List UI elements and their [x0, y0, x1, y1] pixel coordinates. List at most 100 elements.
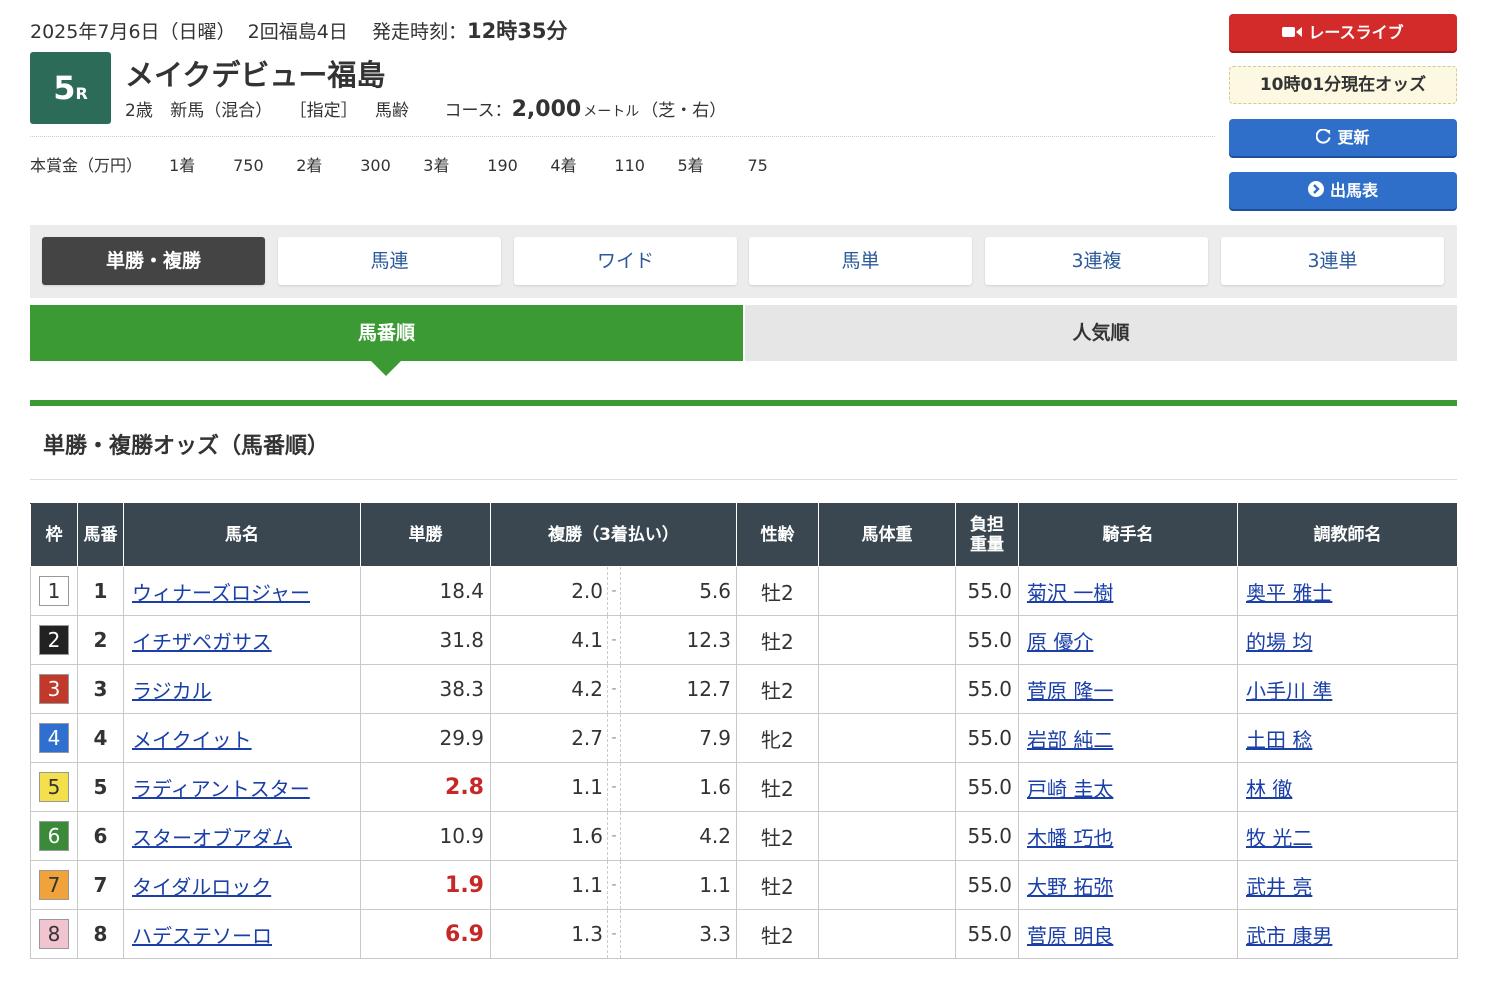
header-weight-line2: 重量 — [970, 535, 1004, 555]
carried-weight: 55.0 — [955, 909, 1019, 959]
chevron-circle-right-icon — [1307, 173, 1324, 210]
trainer-cell: 牧 光二 — [1237, 811, 1458, 861]
table-row: 4 4 メイクイット 29.9 2.7- 7.9 牝2 55.0 岩部 純二 土田 稔 — [30, 713, 1458, 763]
odds-timestamp: 10時01分現在オッズ — [1229, 66, 1457, 104]
place-odds-cell: 1.3- 3.3 — [490, 909, 737, 959]
race-class: 新馬（混合） — [170, 101, 273, 121]
race-header: 2025年7月6日（日曜） 2回福島4日 発走時刻：12時35分 5R メイクデ… — [30, 16, 1215, 175]
tab-exacta[interactable]: 馬単 — [749, 237, 972, 285]
tab-trio[interactable]: 3連複 — [985, 237, 1208, 285]
body-weight — [818, 713, 956, 763]
waku-badge: 5 — [39, 772, 69, 802]
trainer-name-link[interactable]: 武市 康男 — [1246, 924, 1332, 948]
place-odds-cell: 2.7- 7.9 — [490, 713, 737, 763]
jockey-name-link[interactable]: 菅原 隆一 — [1027, 679, 1113, 703]
place-odds-cell: 2.0- 5.6 — [490, 566, 737, 616]
horse-name-link[interactable]: イチザペガサス — [132, 630, 272, 654]
tab-win-place[interactable]: 単勝・複勝 — [42, 237, 265, 285]
win-odds: 10.9 — [360, 811, 491, 861]
body-weight — [818, 811, 956, 861]
tab-sort-by-popularity[interactable]: 人気順 — [745, 305, 1457, 361]
place-odds-cell: 1.1-1.1 — [490, 860, 737, 910]
horse-name-link[interactable]: メイクイット — [132, 728, 252, 752]
trainer-cell: 武井 亮 — [1237, 860, 1458, 910]
tab-sort-by-number[interactable]: 馬番順 — [30, 305, 743, 361]
table-row: 2 2 イチザペガサス 31.8 4.1- 12.3 牡2 55.0 原 優介 的場 均 — [30, 615, 1458, 665]
header-sexage: 性齢 — [736, 503, 819, 567]
jockey-name-link[interactable]: 菊沢 一樹 — [1027, 581, 1113, 605]
race-date: 2025年7月6日（日曜） — [30, 21, 236, 43]
course-label: コース： — [444, 101, 512, 121]
entry-table-button[interactable]: 出馬表 — [1229, 172, 1457, 209]
jockey-cell: 菊沢 一樹 — [1018, 566, 1238, 616]
sex-age: 牡2 — [736, 860, 819, 910]
win-odds: 2.8 — [360, 762, 491, 812]
course-distance: 2,000 — [511, 97, 582, 122]
video-camera-icon — [1282, 15, 1303, 52]
tab-trifecta[interactable]: 3連単 — [1221, 237, 1444, 285]
place-odds-max: 1.1 — [699, 873, 731, 897]
trainer-name-link[interactable]: 林 徹 — [1246, 777, 1292, 801]
place-odds-max: 1.6 — [699, 775, 731, 799]
jockey-name-link[interactable]: 菅原 明良 — [1027, 924, 1113, 948]
race-age: 2歳 — [125, 101, 153, 121]
prize-place: 5着 — [677, 156, 704, 175]
place-odds-separator: - — [607, 567, 621, 615]
place-odds-max: 3.3 — [699, 922, 731, 946]
jockey-name-link[interactable]: 木幡 巧也 — [1027, 826, 1113, 850]
jockey-name-link[interactable]: 岩部 純二 — [1027, 728, 1113, 752]
race-number-badge: 5R — [30, 52, 111, 124]
horse-name-link[interactable]: スターオブアダム — [132, 826, 292, 850]
waku-cell: 6 — [30, 811, 78, 861]
waku-cell: 8 — [30, 909, 78, 959]
place-odds-min: 1.3 — [571, 922, 603, 946]
win-odds: 31.8 — [360, 615, 491, 665]
trainer-name-link[interactable]: 武井 亮 — [1246, 875, 1312, 899]
trainer-name-link[interactable]: 牧 光二 — [1246, 826, 1312, 850]
sex-age: 牝2 — [736, 713, 819, 763]
place-odds-separator: - — [607, 861, 621, 909]
horse-cell: メイクイット — [123, 713, 361, 763]
carried-weight: 55.0 — [955, 664, 1019, 714]
jockey-name-link[interactable]: 大野 拓弥 — [1027, 875, 1113, 899]
header-trainer: 調教師名 — [1237, 503, 1458, 567]
umaban-cell: 4 — [77, 713, 124, 763]
umaban-cell: 1 — [77, 566, 124, 616]
horse-name-link[interactable]: ラディアントスター — [132, 777, 310, 801]
waku-cell: 2 — [30, 615, 78, 665]
trainer-name-link[interactable]: 奥平 雅士 — [1246, 581, 1332, 605]
race-live-button[interactable]: レースライブ — [1229, 14, 1457, 51]
jockey-name-link[interactable]: 戸崎 圭太 — [1027, 777, 1113, 801]
prize-place: 2着 — [296, 156, 323, 175]
jockey-name-link[interactable]: 原 優介 — [1027, 630, 1093, 654]
place-odds-cell: 1.6- 4.2 — [490, 811, 737, 861]
place-odds-separator: - — [607, 910, 621, 958]
trainer-name-link[interactable]: 小手川 準 — [1246, 679, 1332, 703]
jockey-cell: 菅原 隆一 — [1018, 664, 1238, 714]
tab-wide[interactable]: ワイド — [514, 237, 737, 285]
horse-name-link[interactable]: ウィナーズロジャー — [132, 581, 310, 605]
race-conditions: 2歳 新馬（混合） ［指定］ 馬齢 コース：2,000 メートル （芝・右） — [125, 96, 738, 122]
horse-name-link[interactable]: ハデステソーロ — [132, 924, 272, 948]
waku-cell: 5 — [30, 762, 78, 812]
odds-table: 枠 馬番 馬名 単勝 複勝（3着払い） 性齢 馬体重 負担 重量 騎手名 調教師名… — [30, 503, 1458, 959]
umaban-cell: 2 — [77, 615, 124, 665]
sex-age: 牡2 — [736, 909, 819, 959]
sex-age: 牡2 — [736, 566, 819, 616]
carried-weight: 55.0 — [955, 762, 1019, 812]
trainer-name-link[interactable]: 土田 稔 — [1246, 728, 1312, 752]
update-button[interactable]: 更新 — [1229, 119, 1457, 156]
race-title-row: 5R メイクデビュー福島 2歳 新馬（混合） ［指定］ 馬齢 コース：2,000… — [30, 46, 1215, 130]
section-divider — [30, 479, 1457, 480]
header-bodyweight: 馬体重 — [818, 503, 956, 567]
win-odds: 18.4 — [360, 566, 491, 616]
horse-name-link[interactable]: タイダルロック — [132, 875, 271, 899]
tab-quinella[interactable]: 馬連 — [278, 237, 501, 285]
trainer-name-link[interactable]: 的場 均 — [1246, 630, 1312, 654]
jockey-cell: 大野 拓弥 — [1018, 860, 1238, 910]
place-odds-min: 2.0 — [571, 579, 603, 603]
header-weight-line1: 負担 — [970, 514, 1004, 535]
horse-name-link[interactable]: ラジカル — [132, 679, 212, 703]
win-odds: 6.9 — [360, 909, 491, 959]
waku-cell: 1 — [30, 566, 78, 616]
